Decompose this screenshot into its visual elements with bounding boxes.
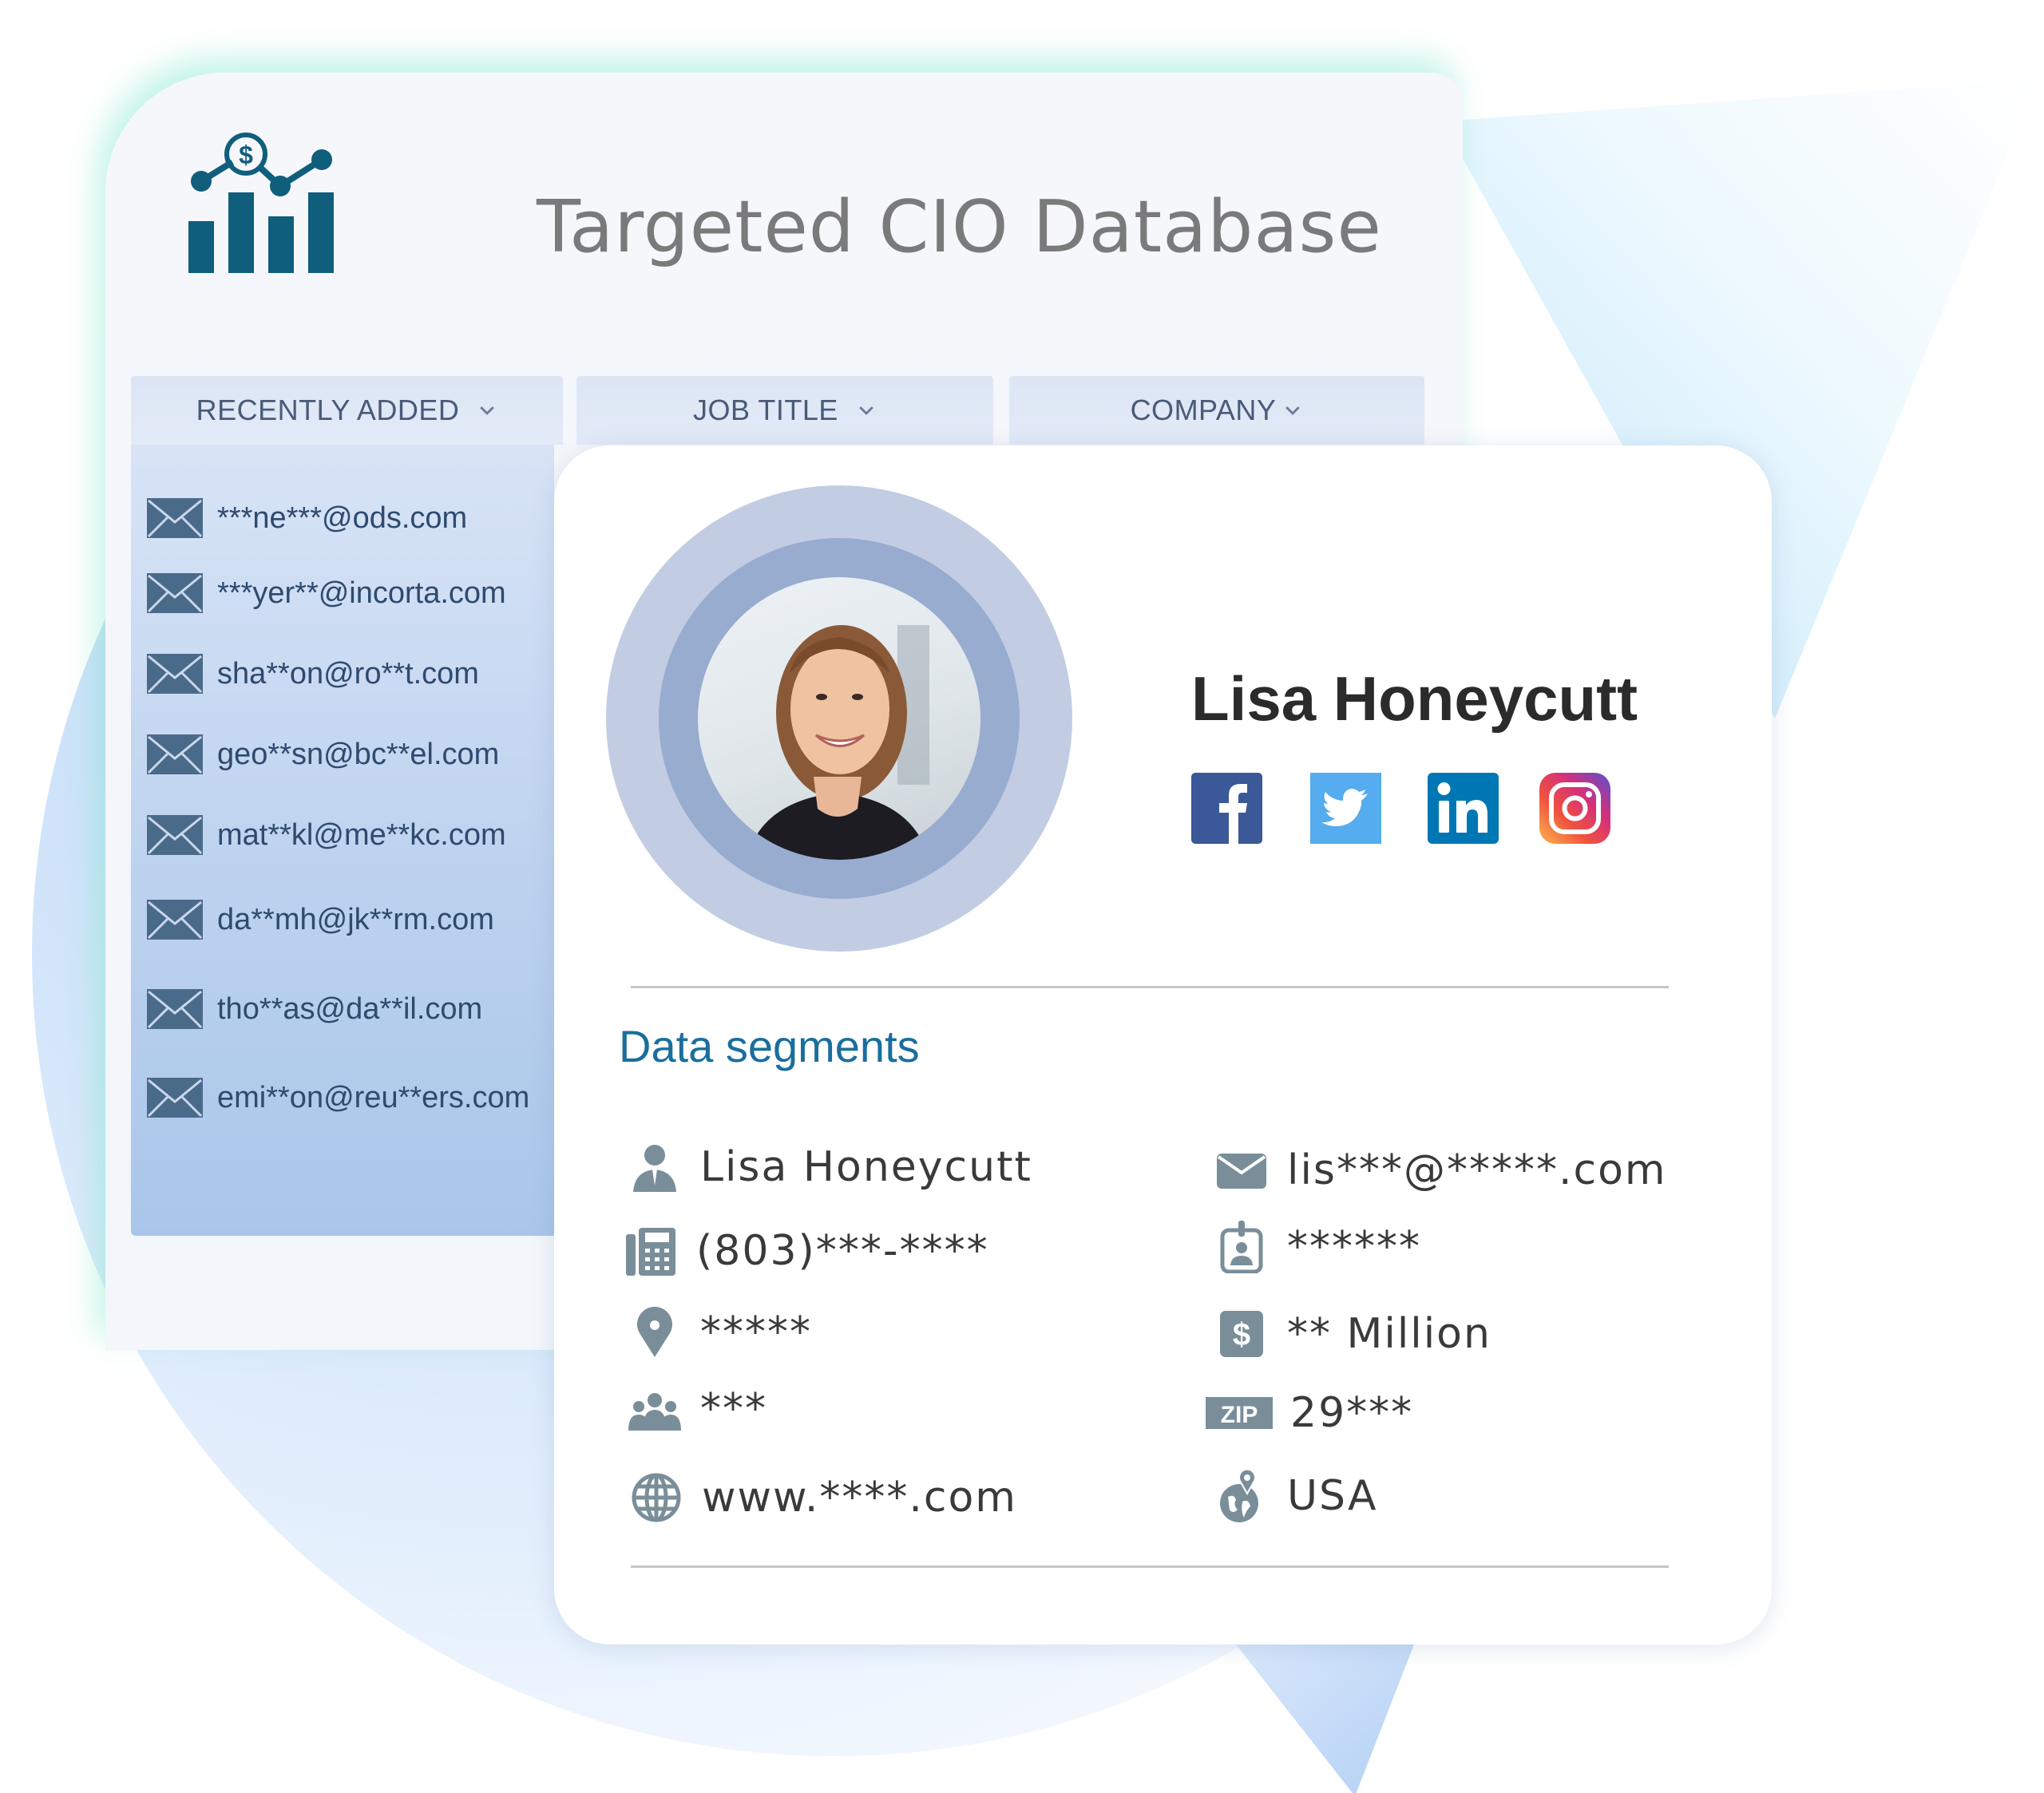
list-item[interactable]: ***yer**@incorta.com <box>147 569 506 617</box>
segment-value: Lisa Honeycutt <box>700 1143 1032 1191</box>
tab-recently-added[interactable]: RECENTLY ADDED <box>131 376 563 445</box>
globe-pin-icon <box>1220 1470 1258 1522</box>
segment-value: *** <box>700 1385 767 1433</box>
segment-value: lis***@*****.com <box>1287 1146 1667 1194</box>
segment-job-id: ****** <box>1214 1215 1421 1279</box>
page-title: Targeted CIO Database <box>537 185 1382 269</box>
segment-value: ****** <box>1287 1223 1421 1271</box>
segment-value: USA <box>1287 1472 1378 1520</box>
svg-text:ZIP: ZIP <box>1221 1402 1258 1428</box>
data-segments-heading: Data segments <box>619 1021 920 1071</box>
list-item[interactable]: tho**as@da**il.com <box>147 985 482 1033</box>
profile-photo <box>746 625 929 860</box>
tab-job-title[interactable]: JOB TITLE <box>576 376 993 445</box>
envelope-icon <box>147 734 203 774</box>
envelope-icon <box>147 815 203 855</box>
email-text: emi**on@reu**ers.com <box>217 1080 530 1114</box>
segment-phone: (803)***-**** <box>623 1219 989 1283</box>
segment-value: 29*** <box>1290 1389 1414 1437</box>
tab-label: COMPANY <box>1130 394 1277 426</box>
linkedin-icon[interactable] <box>1428 773 1499 844</box>
segment-zip: ZIP 29*** <box>1206 1381 1413 1445</box>
profile-name: Lisa Honeycutt <box>1191 663 1638 734</box>
background-triangle-bottom <box>1236 1645 1414 1793</box>
svg-text:$: $ <box>1233 1317 1250 1352</box>
zip-icon: ZIP <box>1206 1397 1273 1429</box>
team-icon <box>628 1393 681 1431</box>
segment-email: lis***@*****.com <box>1214 1138 1667 1202</box>
email-text: mat**kl@me**kc.com <box>217 817 506 852</box>
divider <box>631 986 1669 988</box>
email-text: da**mh@jk**rm.com <box>217 902 494 936</box>
tab-company[interactable]: COMPANY <box>1009 376 1424 445</box>
list-item[interactable]: sha**on@ro**t.com <box>147 650 479 698</box>
chevron-down-icon <box>859 406 873 415</box>
list-item[interactable]: ***ne***@ods.com <box>147 494 467 542</box>
envelope-icon <box>147 498 203 538</box>
envelope-icon <box>147 900 203 940</box>
email-text: ***ne***@ods.com <box>217 501 468 535</box>
envelope-icon <box>147 573 203 613</box>
location-pin-icon <box>637 1306 672 1357</box>
envelope-icon <box>147 1078 203 1118</box>
segment-value: ***** <box>700 1308 812 1356</box>
email-text: tho**as@da**il.com <box>217 991 483 1026</box>
chart-dollar-icon: $ <box>188 133 334 273</box>
envelope-icon <box>147 654 203 694</box>
segment-value: (803)***-**** <box>696 1227 989 1275</box>
twitter-icon[interactable] <box>1310 773 1381 844</box>
tab-label: RECENTLY ADDED <box>196 394 460 426</box>
facebook-icon[interactable] <box>1191 773 1262 844</box>
list-item[interactable]: emi**on@reu**ers.com <box>147 1074 529 1122</box>
instagram-icon[interactable] <box>1539 773 1610 844</box>
segment-value: www.****.com <box>702 1474 1017 1522</box>
segment-country: USA <box>1214 1464 1378 1528</box>
email-text: ***yer**@incorta.com <box>217 576 506 610</box>
avatar <box>698 577 980 860</box>
svg-text:$: $ <box>239 141 253 169</box>
email-text: sha**on@ro**t.com <box>217 656 479 691</box>
segment-location: ***** <box>627 1300 812 1364</box>
divider <box>631 1565 1669 1568</box>
list-item[interactable]: geo**sn@bc**el.com <box>147 730 499 778</box>
segment-value: ** Million <box>1287 1310 1491 1358</box>
globe-icon <box>632 1473 681 1522</box>
segment-name: Lisa Honeycutt <box>627 1135 1032 1199</box>
email-icon <box>1217 1154 1266 1189</box>
list-item[interactable]: da**mh@jk**rm.com <box>147 896 494 944</box>
chevron-down-icon <box>480 406 495 415</box>
recent-email-list: ***ne***@ods.com ***yer**@incorta.com sh… <box>131 445 554 1236</box>
chevron-down-icon <box>1285 406 1301 415</box>
dollar-icon: $ <box>1220 1311 1263 1357</box>
segment-website: www.****.com <box>628 1466 1017 1530</box>
segment-team: *** <box>627 1377 767 1441</box>
id-badge-icon <box>1220 1221 1263 1273</box>
email-text: geo**sn@bc**el.com <box>217 737 500 771</box>
segment-revenue: $ ** Million <box>1214 1302 1491 1366</box>
tab-label: JOB TITLE <box>693 394 838 426</box>
person-icon <box>633 1145 676 1192</box>
phone-icon <box>626 1228 675 1276</box>
list-item[interactable]: mat**kl@me**kc.com <box>147 811 506 859</box>
envelope-icon <box>147 989 203 1029</box>
